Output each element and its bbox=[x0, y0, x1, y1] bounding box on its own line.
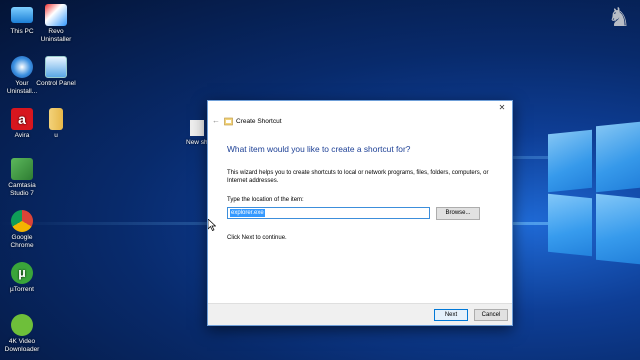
computer-icon bbox=[11, 7, 33, 23]
mouse-cursor-icon bbox=[208, 219, 216, 231]
chrome-icon bbox=[11, 210, 33, 232]
dialog-title: Create Shortcut bbox=[236, 118, 282, 125]
desktop-icon-utorrent[interactable]: µ µTorrent bbox=[0, 262, 44, 294]
desktop-icon-new-shortcut[interactable]: New sh bbox=[186, 120, 208, 146]
avira-icon: a bbox=[11, 108, 33, 130]
continue-hint: Click Next to continue. bbox=[227, 235, 287, 241]
utorrent-icon: µ bbox=[11, 262, 33, 284]
folder-icon bbox=[49, 108, 63, 130]
desktop-icon-revo-uninstaller[interactable]: Revo Uninstaller bbox=[34, 4, 78, 44]
desktop-icon-control-panel[interactable]: Control Panel bbox=[34, 56, 78, 88]
back-arrow-icon[interactable]: ← bbox=[212, 117, 220, 125]
windows-logo-pane bbox=[548, 129, 592, 193]
revo-uninstaller-icon bbox=[45, 4, 67, 26]
desktop-icon-google-chrome[interactable]: Google Chrome bbox=[0, 210, 44, 250]
camtasia-icon bbox=[11, 158, 33, 180]
location-selected-text: explorer.exe bbox=[230, 209, 265, 217]
wizard-heading: What item would you like to create a sho… bbox=[227, 144, 411, 154]
control-panel-icon bbox=[45, 56, 67, 78]
dialog-footer: Next Cancel bbox=[208, 303, 512, 325]
windows-logo-pane bbox=[596, 121, 640, 193]
desktop-icon-u[interactable]: u bbox=[34, 108, 78, 140]
cancel-button[interactable]: Cancel bbox=[474, 309, 508, 321]
dialog-titlebar: ← Create Shortcut ✕ bbox=[208, 101, 512, 127]
close-icon[interactable]: ✕ bbox=[497, 103, 507, 113]
windows-logo-pane bbox=[548, 193, 592, 257]
browse-button[interactable]: Browse... bbox=[436, 207, 480, 220]
windows-logo-pane bbox=[596, 193, 640, 265]
4k-video-downloader-icon bbox=[11, 314, 33, 336]
wizard-description: This wizard helps you to create shortcut… bbox=[227, 170, 489, 184]
create-shortcut-dialog: ← Create Shortcut ✕ What item would you … bbox=[207, 100, 513, 326]
dragon-watermark-icon: ♞ bbox=[607, 3, 631, 33]
desktop-icon-4k-video-downloader[interactable]: 4K Video Downloader bbox=[0, 314, 44, 354]
shortcut-wizard-icon bbox=[224, 117, 233, 126]
desktop-icon-camtasia[interactable]: Camtasia Studio 7 bbox=[0, 158, 44, 198]
your-uninstaller-icon bbox=[11, 56, 33, 78]
location-label: Type the location of the item: bbox=[227, 197, 304, 203]
next-button[interactable]: Next bbox=[434, 309, 468, 321]
file-icon bbox=[190, 120, 204, 136]
